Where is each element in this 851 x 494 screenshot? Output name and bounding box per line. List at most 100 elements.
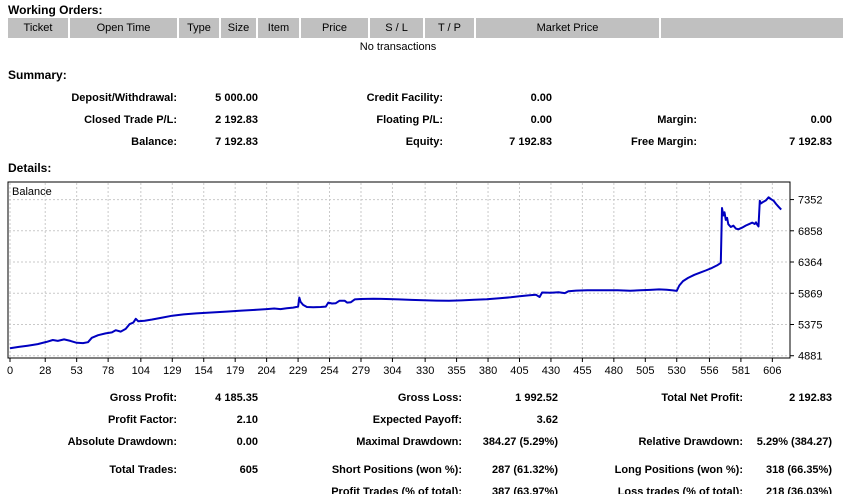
orders-header-cell-ticket: Ticket [8,18,68,38]
stat-label: Profit Trades (% of total): [258,481,462,494]
orders-table-header: TicketOpen TimeTypeSizeItemPriceS / LT /… [8,18,843,38]
stat-value: 2.10 [177,409,258,431]
stat-value: 605 [177,459,258,481]
x-tick-label: 28 [39,365,51,377]
stat-value: 5 000.00 [177,87,258,109]
statement-report: Working Orders: TicketOpen TimeTypeSizeI… [0,0,851,494]
orders-header-cell-blank [661,18,843,38]
stat-label: Gross Loss: [258,387,462,409]
x-tick-label: 505 [636,365,654,377]
x-tick-label: 430 [542,365,560,377]
stat-label [558,409,743,431]
stats-rows-row: Profit Trades (% of total):387 (63.97%)L… [0,481,851,494]
orders-header-cell-price: Price [301,18,368,38]
stat-label: Credit Facility: [258,87,443,109]
stat-value: 0.00 [177,431,258,453]
stat-label: Deposit/Withdrawal: [0,87,177,109]
x-tick-label: 405 [510,365,528,377]
stats-rows-row: Total Trades:605Short Positions (won %):… [0,459,851,481]
orders-header-cell-market-price: Market Price [476,18,659,38]
y-tick-label: 4881 [798,351,822,363]
stat-label: Free Margin: [552,131,697,153]
stat-value: 5.29% (384.27) [743,431,832,453]
balance-line [10,197,781,348]
details-title: Details: [8,161,51,175]
x-tick-label: 0 [7,365,13,377]
x-tick-label: 330 [416,365,434,377]
stat-value [177,481,258,494]
stat-label: Profit Factor: [0,409,177,431]
stat-value: 1 992.52 [462,387,558,409]
x-tick-label: 530 [668,365,686,377]
orders-header-cell-s-l: S / L [370,18,423,38]
stat-label: Expected Payoff: [258,409,462,431]
y-tick-label: 7352 [798,195,822,207]
stat-value: 2 192.83 [177,109,258,131]
summary-rows-row: Balance:7 192.83Equity:7 192.83Free Marg… [0,131,851,153]
stat-value: 0.00 [697,109,832,131]
x-tick-label: 279 [352,365,370,377]
x-tick-label: 355 [447,365,465,377]
x-tick-label: 455 [573,365,591,377]
stat-label: Equity: [258,131,443,153]
stat-label [552,87,697,109]
stat-label: Margin: [552,109,697,131]
stat-label: Total Trades: [0,459,177,481]
stat-label: Short Positions (won %): [258,459,462,481]
balance-chart: 4881537558696364685873520285378104129154… [0,178,851,380]
stat-value: 4 185.35 [177,387,258,409]
summary-title: Summary: [8,68,67,82]
x-tick-label: 304 [383,365,401,377]
stat-label: Floating P/L: [258,109,443,131]
orders-header-cell-type: Type [179,18,219,38]
stat-value: 384.27 (5.29%) [462,431,558,453]
stat-value: 7 192.83 [697,131,832,153]
statistics-table: Gross Profit:4 185.35Gross Loss:1 992.52… [0,387,851,494]
stat-label [0,481,177,494]
stat-label: Loss trades (% of total): [558,481,743,494]
x-tick-label: 480 [605,365,623,377]
stat-value: 0.00 [443,87,552,109]
stat-label: Gross Profit: [0,387,177,409]
working-orders-title: Working Orders: [8,3,102,17]
summary-table: Deposit/Withdrawal:5 000.00Credit Facili… [0,87,851,153]
stat-value: 7 192.83 [443,131,552,153]
x-tick-label: 53 [71,365,83,377]
x-tick-label: 129 [163,365,181,377]
stat-value: 387 (63.97%) [462,481,558,494]
stat-label: Relative Drawdown: [558,431,743,453]
x-tick-label: 204 [257,365,275,377]
x-tick-label: 556 [700,365,718,377]
y-tick-label: 5869 [798,288,822,300]
y-tick-label: 6858 [798,226,822,238]
x-tick-label: 104 [132,365,150,377]
plot-border [8,182,790,358]
stat-label: Absolute Drawdown: [0,431,177,453]
orders-header-cell-t-p: T / P [425,18,474,38]
x-tick-label: 581 [732,365,750,377]
balance-chart-svg: 4881537558696364685873520285378104129154… [0,178,851,380]
stat-label: Balance: [0,131,177,153]
orders-header-cell-item: Item [258,18,299,38]
x-tick-label: 254 [320,365,338,377]
summary-rows-row: Deposit/Withdrawal:5 000.00Credit Facili… [0,87,851,109]
stat-label: Total Net Profit: [558,387,743,409]
stat-value: 7 192.83 [177,131,258,153]
stat-value [697,87,832,109]
x-tick-label: 229 [289,365,307,377]
no-transactions-message: No transactions [8,41,788,53]
stat-value: 218 (36.03%) [743,481,832,494]
x-tick-label: 380 [479,365,497,377]
x-tick-label: 606 [763,365,781,377]
stats-rows-row: Profit Factor:2.10Expected Payoff:3.62 [0,409,851,431]
orders-header-cell-size: Size [221,18,256,38]
x-tick-label: 154 [195,365,213,377]
stat-value [743,409,832,431]
stat-label: Maximal Drawdown: [258,431,462,453]
orders-header-cell-open-time: Open Time [70,18,177,38]
stats-rows-row: Gross Profit:4 185.35Gross Loss:1 992.52… [0,387,851,409]
stat-label: Long Positions (won %): [558,459,743,481]
stat-value: 3.62 [462,409,558,431]
x-tick-label: 179 [226,365,244,377]
stat-value: 318 (66.35%) [743,459,832,481]
